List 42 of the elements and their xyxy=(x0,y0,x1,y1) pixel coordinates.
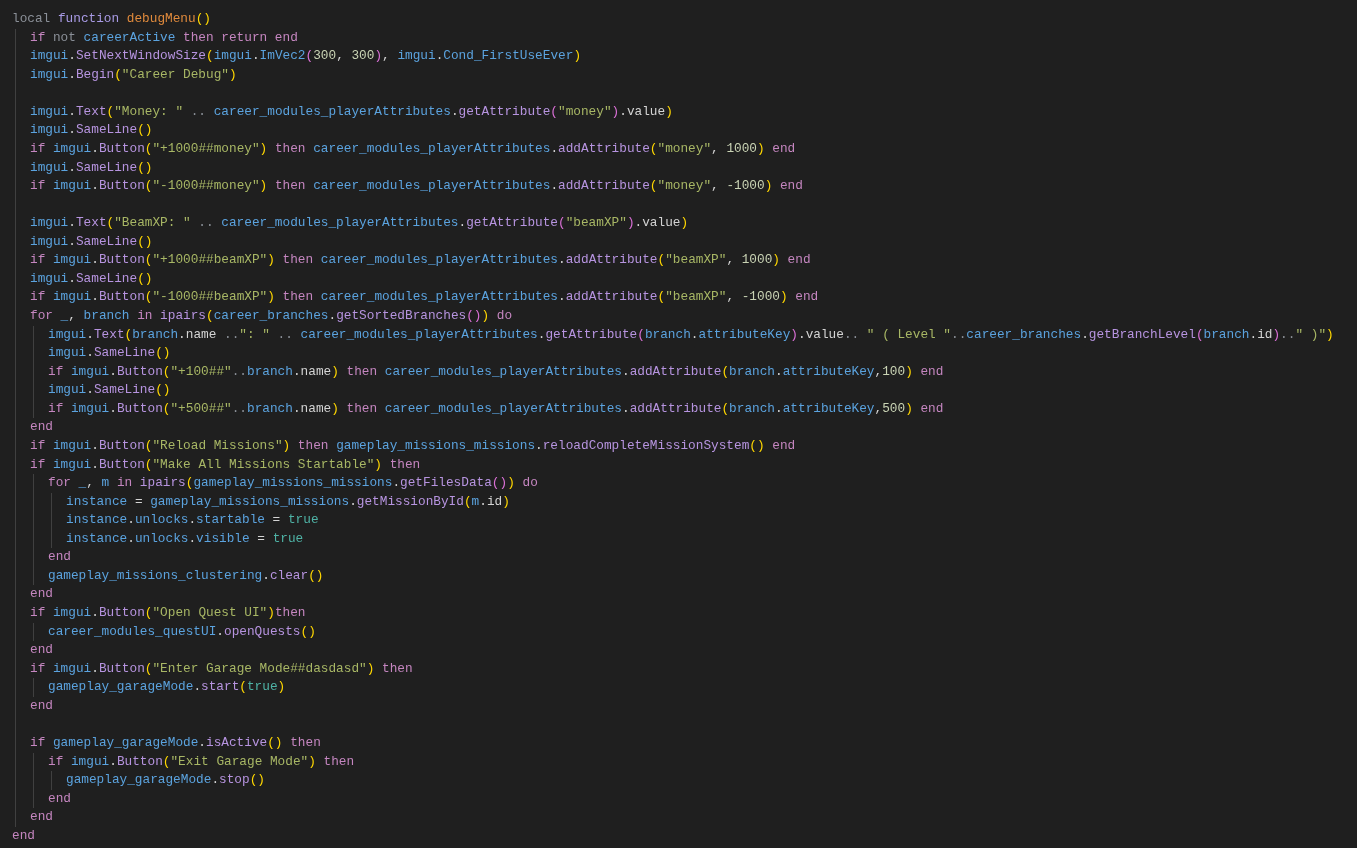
code-line: imgui.Text(branch.name ..": " .. career_modules_playerAttributes.getAttribute(branch.attributeKey).value.. " ( Level "..career_branches.getBranchLevel(branch.id).." )") xyxy=(48,325,1334,344)
code-line: end xyxy=(12,826,35,845)
code-line: if imgui.Button("Open Quest UI")then xyxy=(30,604,306,622)
code-line: imgui.SameLine() xyxy=(48,381,171,400)
code-line: end xyxy=(48,789,71,808)
code-line: imgui.SameLine() xyxy=(30,121,153,140)
code-line: gameplay_missions_clustering.clear() xyxy=(48,566,324,585)
code-line: if imgui.Button("-1000##money") then career_modules_playerAttributes.addAttribute("money", -1000) end xyxy=(30,177,803,196)
code-line: end xyxy=(48,548,71,567)
code-line: imgui.SetNextWindowSize(imgui.ImVec2(300, 300), imgui.Cond_FirstUseEver) xyxy=(30,47,582,66)
code-line: imgui.SameLine() xyxy=(30,269,153,288)
code-line: if gameplay_garageMode.isActive() then xyxy=(30,733,321,752)
code-line: gameplay_garageMode.start(true) xyxy=(48,678,286,697)
code-line: if imgui.Button("Make All Missions Startable") then xyxy=(30,455,421,474)
code-line: imgui.Text("Money: " .. career_modules_playerAttributes.getAttribute("money").value) xyxy=(30,102,673,121)
code-line: if imgui.Button("+1000##beamXP") then career_modules_playerAttributes.addAttribute("beamXP", 1000) end xyxy=(30,251,811,270)
code-line: imgui.Text("BeamXP: " .. career_modules_playerAttributes.getAttribute("beamXP").value) xyxy=(30,214,689,233)
code-line: local function debugMenu() xyxy=(12,10,211,28)
code-line: instance.unlocks.visible = true xyxy=(66,529,304,548)
code-line: if imgui.Button("-1000##beamXP") then career_modules_playerAttributes.addAttribute("beamXP", -1000) end xyxy=(30,288,819,307)
code-line: end xyxy=(30,696,53,715)
code-line: if imgui.Button("+1000##money") then career_modules_playerAttributes.addAttribute("money", 1000) end xyxy=(30,139,796,158)
code-line: if not careerActive then return end xyxy=(30,28,298,47)
code-line: if imgui.Button("+500##"..branch.name) then career_modules_playerAttributes.addAttribute(branch.attributeKey,500) end xyxy=(48,399,944,418)
code-line: instance.unlocks.startable = true xyxy=(66,511,319,530)
code-line: career_modules_questUI.openQuests() xyxy=(48,622,316,641)
code-line: end xyxy=(30,808,53,827)
code-line: if imgui.Button("Exit Garage Mode") then xyxy=(48,752,355,771)
code-line: if imgui.Button("Enter Garage Mode##dasdasd") then xyxy=(30,659,413,678)
code-line: end xyxy=(30,418,53,437)
code-line: gameplay_garageMode.stop() xyxy=(66,771,265,790)
code-line: imgui.SameLine() xyxy=(48,344,171,363)
code-line: for _, m in ipairs(gameplay_missions_missions.getFilesData()) do xyxy=(48,474,538,493)
code-line: if imgui.Button("Reload Missions") then gameplay_missions_missions.reloadCompleteMissionSystem() end xyxy=(30,436,796,455)
code-line: end xyxy=(30,641,53,660)
code-line: for _, branch in ipairs(career_branches.getSortedBranches()) do xyxy=(30,307,513,325)
code-line: instance = gameplay_missions_missions.getMissionById(m.id) xyxy=(66,492,510,511)
code-line: end xyxy=(30,585,53,604)
code-line: imgui.SameLine() xyxy=(30,158,153,177)
code-line: if imgui.Button("+100##"..branch.name) then career_modules_playerAttributes.addAttribute(branch.attributeKey,100) end xyxy=(48,362,944,381)
code-line: imgui.Begin("Career Debug") xyxy=(30,65,237,84)
code-line: imgui.SameLine() xyxy=(30,232,153,251)
